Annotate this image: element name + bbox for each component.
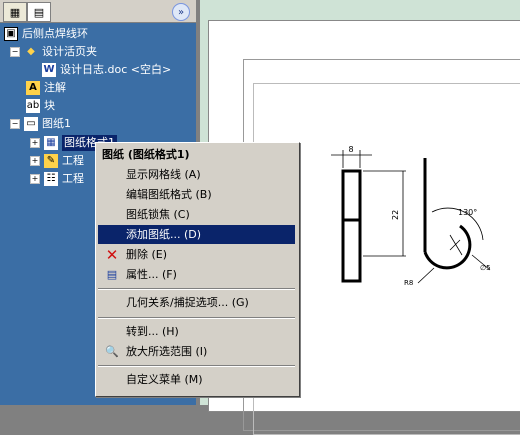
sheet-icon: ▭ bbox=[24, 117, 38, 131]
panel-tabbar: ▦ ▤ » bbox=[0, 0, 196, 23]
part-rectangle[interactable] bbox=[341, 169, 362, 283]
tree-item-label: 工程 bbox=[62, 154, 84, 167]
dim-width-label[interactable]: 8 bbox=[348, 145, 353, 154]
menu-separator bbox=[98, 288, 295, 290]
dim-height-label[interactable]: 22 bbox=[391, 210, 400, 220]
drawing-view-icon: ✎ bbox=[44, 154, 58, 168]
collapse-toggle[interactable]: − bbox=[10, 47, 20, 57]
menu-item-zoom-to-selection[interactable]: 🔍 放大所选范围 (I) bbox=[98, 342, 295, 361]
feature-tree-tab[interactable]: ▦ bbox=[3, 2, 27, 22]
feature-tree-icon: ▦ bbox=[9, 5, 21, 19]
menu-item-edit-sheet-format[interactable]: 编辑图纸格式 (B) bbox=[98, 185, 295, 204]
delete-x-icon: ✕ bbox=[105, 246, 119, 264]
tree-root[interactable]: ▣ 后侧点焊线环 bbox=[4, 26, 88, 42]
menu-separator bbox=[98, 365, 295, 367]
tree-item-label: 图纸1 bbox=[42, 117, 71, 130]
properties-icon: ▤ bbox=[106, 268, 118, 281]
tree-item-annotations[interactable]: A 注解 bbox=[26, 80, 66, 96]
collapse-toggle[interactable]: − bbox=[10, 119, 20, 129]
drawing-view-icon: ☷ bbox=[44, 172, 58, 186]
annotation-icon: A bbox=[26, 81, 40, 95]
tree-item-blocks[interactable]: ab 块 bbox=[26, 98, 55, 114]
expand-toggle[interactable]: + bbox=[30, 138, 40, 148]
tree-root-label: 后侧点焊线环 bbox=[22, 27, 88, 40]
property-manager-tab[interactable]: ▤ bbox=[27, 2, 51, 22]
context-menu: 图纸 (图纸格式1) 显示网格线 (A) 编辑图纸格式 (B) 图纸锁焦 (C)… bbox=[95, 142, 300, 397]
menu-item-customize-menu[interactable]: 自定义菜单 (M) bbox=[98, 370, 295, 389]
hook-center-mark bbox=[449, 234, 463, 256]
double-chevron-icon: » bbox=[177, 6, 185, 18]
tree-item-label: 注解 bbox=[44, 81, 66, 94]
dim-radius-leader bbox=[417, 267, 435, 284]
menu-title: 图纸 (图纸格式1) bbox=[102, 148, 190, 161]
tree-item-binder[interactable]: − ◆ 设计活页夹 bbox=[10, 44, 97, 60]
expand-toggle[interactable]: + bbox=[30, 174, 40, 184]
menu-item-show-grid[interactable]: 显示网格线 (A) bbox=[98, 165, 295, 184]
menu-item-delete[interactable]: ✕ 删除 (E) bbox=[98, 245, 295, 264]
tree-item-label: 设计日志.doc <空白> bbox=[60, 63, 172, 76]
property-manager-icon: ▤ bbox=[33, 5, 45, 19]
block-icon: ab bbox=[26, 99, 40, 113]
menu-item-relations-snap[interactable]: 几何关系/捕捉选项... (G) bbox=[98, 293, 295, 312]
hook-arc[interactable] bbox=[423, 224, 472, 270]
menu-item-goto[interactable]: 转到... (H) bbox=[98, 322, 295, 341]
sheet-format-icon: ▦ bbox=[44, 136, 58, 150]
word-doc-icon: W bbox=[42, 63, 56, 77]
binder-icon: ◆ bbox=[27, 46, 35, 57]
drawing-root-icon: ▣ bbox=[4, 27, 18, 41]
tree-item-label: 块 bbox=[44, 99, 55, 112]
tree-item-sheet1[interactable]: − ▭ 图纸1 bbox=[10, 116, 71, 132]
tree-item-drawing-view-1[interactable]: + ✎ 工程 bbox=[30, 153, 84, 169]
dim-radius-label[interactable]: R8 bbox=[404, 279, 413, 287]
menu-separator bbox=[98, 317, 295, 319]
dim-diameter-label[interactable]: ∅5 bbox=[480, 264, 491, 272]
tree-item-drawing-view-2[interactable]: + ☷ 工程 bbox=[30, 171, 84, 187]
magnifier-icon: 🔍 bbox=[105, 345, 119, 358]
menu-item-properties[interactable]: ▤ 属性... (F) bbox=[98, 265, 295, 284]
tree-item-design-log[interactable]: W 设计日志.doc <空白> bbox=[42, 62, 171, 78]
menu-item-lock-sheet-focus[interactable]: 图纸锁焦 (C) bbox=[98, 205, 295, 224]
dim-angle-label[interactable]: 130° bbox=[458, 208, 477, 217]
expand-toggle[interactable]: + bbox=[30, 156, 40, 166]
tree-item-label: 工程 bbox=[62, 172, 84, 185]
menu-item-add-sheet[interactable]: 添加图纸... (D) bbox=[98, 225, 295, 244]
collapse-panel-button[interactable]: » bbox=[172, 3, 190, 21]
tree-item-label: 设计活页夹 bbox=[42, 45, 97, 58]
